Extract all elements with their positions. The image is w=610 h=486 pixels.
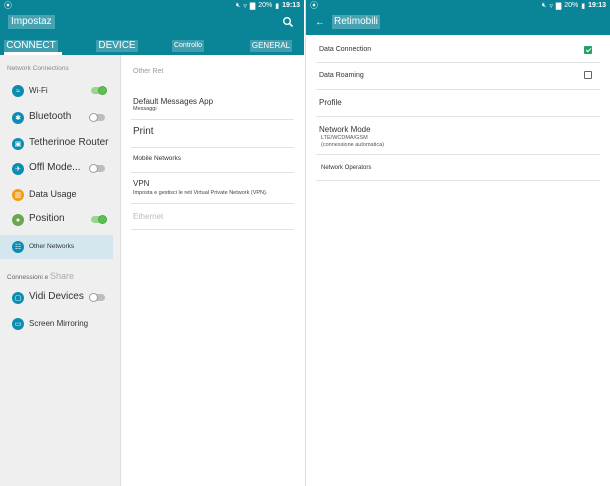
sidebar-item-screen-mirroring[interactable]: ▭ Screen Mirroring	[0, 312, 113, 336]
app-header-right: ← Retimobili	[306, 11, 610, 35]
content-panel: Other Ret Default Messages App Messaggi …	[122, 55, 304, 486]
data-roaming-row[interactable]: Data Roaming	[316, 63, 600, 90]
ethernet-row: Ethernet	[131, 204, 294, 230]
mobile-networks-row[interactable]: Mobile Networks	[131, 148, 294, 173]
sidebar-item-tethering[interactable]: ▣ Tetherinoe Router	[0, 132, 113, 156]
signal-icon: ▇	[555, 2, 562, 10]
clock: 19:13	[282, 2, 300, 9]
vpn-row[interactable]: VPN Imposta e gestisci le reti Virtual P…	[131, 173, 294, 204]
location-icon: ●	[12, 214, 24, 226]
mirroring-icon: ▭	[12, 318, 24, 330]
tab-bar: CONNECT DEVICE Controllo GENERAL	[0, 36, 304, 55]
clock: 19:13	[588, 2, 606, 9]
app-header: Impostaz CONNECT DEVICE Controllo GENERA…	[0, 11, 304, 55]
network-mode-row[interactable]: Network Mode LTE/WCDMA/GSM (connessione …	[316, 117, 600, 155]
content-section-header: Other Ret	[133, 68, 164, 75]
wifi-toggle[interactable]	[91, 85, 107, 95]
bluetooth-icon: ✱	[12, 112, 24, 124]
tab-general[interactable]: GENERAL	[246, 36, 296, 55]
data-connection-row[interactable]: Data Connection	[316, 38, 600, 63]
data-roaming-checkbox[interactable]	[584, 71, 592, 79]
default-messages-app-row[interactable]: Default Messages App Messaggi	[131, 90, 294, 120]
sync-icon: ⦿	[4, 1, 12, 10]
battery-icon: ▮	[581, 2, 586, 10]
bluetooth-toggle[interactable]	[89, 112, 105, 122]
airplane-icon: ✈	[12, 163, 24, 175]
settings-screen: ⦿ 🔇︎ ▿ ▇ 20% ▮ 19:13 Impostaz CONNECT DE…	[0, 0, 304, 486]
screenshot-root: ⦿ 🔇︎ ▿ ▇ 20% ▮ 19:13 Impostaz CONNECT DE…	[0, 0, 610, 486]
page-title: Impostaz	[8, 15, 55, 29]
status-bar-right: ⦿ 🔇︎ ▿ ▇ 20% ▮ 19:13	[306, 0, 610, 11]
status-bar: ⦿ 🔇︎ ▿ ▇ 20% ▮ 19:13	[0, 0, 304, 11]
sidebar-item-bluetooth[interactable]: ✱ Bluetooth	[0, 106, 113, 130]
profile-row[interactable]: Profile	[316, 90, 600, 117]
devices-icon: ▢	[12, 292, 24, 304]
signal-icon: ▇	[249, 2, 256, 10]
battery-icon: ▮	[275, 2, 280, 10]
section-connessioni-share: Connessioni e Share	[7, 271, 75, 281]
data-connection-checkbox[interactable]	[584, 46, 592, 54]
sync-icon: ⦿	[310, 1, 318, 10]
offline-mode-toggle[interactable]	[89, 163, 105, 173]
tab-connect[interactable]: CONNECT	[0, 36, 62, 55]
sidebar-item-wifi[interactable]: ≈ Wi-Fi	[0, 79, 113, 103]
print-row[interactable]: Print	[131, 120, 294, 148]
network-operators-row[interactable]: Network Operators	[316, 155, 600, 181]
vidi-devices-toggle[interactable]	[89, 292, 105, 302]
battery-percent: 20%	[564, 2, 579, 9]
battery-percent: 20%	[258, 2, 273, 9]
tab-controllo[interactable]: Controllo	[158, 36, 218, 55]
wifi-status-icon: ▿	[549, 2, 553, 10]
networks-icon: ☷	[12, 241, 24, 253]
sidebar: Network Connections ≈ Wi-Fi ✱ Bluetooth …	[0, 55, 121, 486]
sidebar-item-offline-mode[interactable]: ✈ Offl Mode...	[0, 157, 113, 181]
mute-icon: 🔇︎	[235, 1, 241, 9]
mobile-networks-screen: ⦿ 🔇︎ ▿ ▇ 20% ▮ 19:13 ← Retimobili Data C…	[305, 0, 610, 486]
search-icon[interactable]	[282, 16, 294, 28]
sidebar-item-data-usage[interactable]: ▥ Data Usage	[0, 183, 113, 207]
data-usage-icon: ▥	[12, 189, 24, 201]
wifi-status-icon: ▿	[243, 2, 247, 10]
position-toggle[interactable]	[91, 214, 107, 224]
back-arrow-icon[interactable]: ←	[315, 17, 325, 29]
page-title-right: Retimobili	[332, 15, 380, 29]
mute-icon: 🔇︎	[541, 1, 547, 9]
sidebar-item-position[interactable]: ● Position	[0, 208, 113, 232]
tab-device[interactable]: DEVICE	[84, 36, 150, 55]
wifi-icon: ≈	[12, 85, 24, 97]
tethering-icon: ▣	[12, 138, 24, 150]
sidebar-item-vidi-devices[interactable]: ▢ Vidi Devices	[0, 286, 113, 310]
sidebar-item-other-networks[interactable]: ☷ Other Networks	[0, 235, 113, 259]
section-network-connections: Network Connections	[7, 65, 69, 72]
